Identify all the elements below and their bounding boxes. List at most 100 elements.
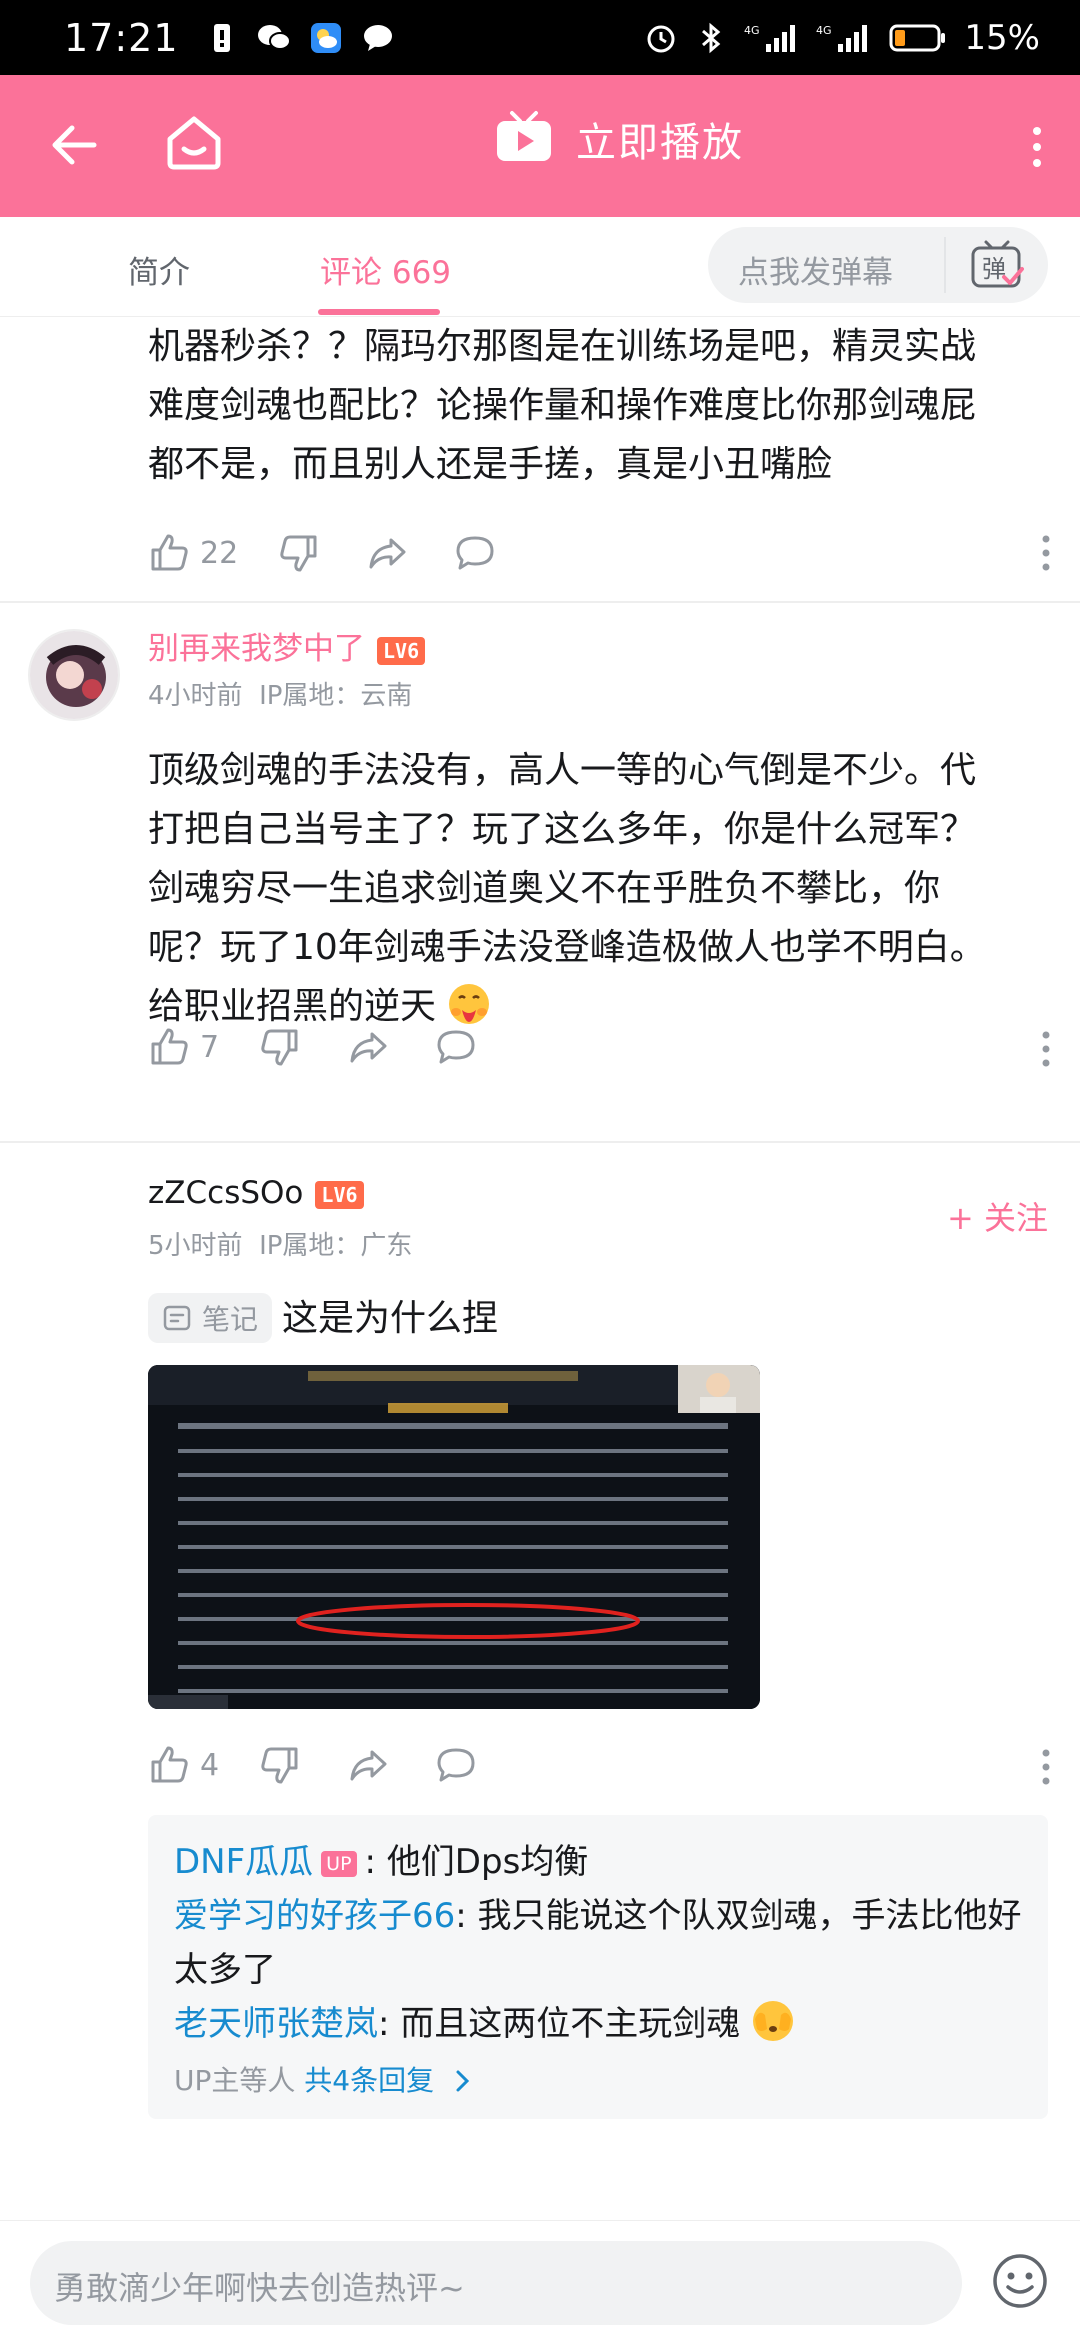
follow-button[interactable]: + 关注 (947, 1193, 1048, 1239)
danmaku-icon-text: 弹 (982, 255, 1006, 283)
comment-bubble-icon (437, 1030, 475, 1064)
notification-icons (205, 21, 395, 55)
reply-separator: : (455, 1896, 478, 1936)
reply-item: 爱学习的好孩子66: 我只能说这个队双剑魂，手法比他好太多了 (174, 1889, 1022, 1997)
thumbs-down-icon (261, 1747, 298, 1784)
wechat-icon (257, 21, 291, 55)
reply-username[interactable]: 老天师张楚岚 (174, 2004, 378, 2044)
signal-icon-2: 4G (816, 21, 872, 55)
dislike-button[interactable] (259, 1744, 301, 1786)
play-now-button[interactable]: 立即播放 (494, 109, 744, 169)
more-menu-icon[interactable] (1022, 117, 1052, 177)
reply-footer-prefix: UP主等人 (174, 2064, 305, 2097)
reply-preview[interactable]: DNF瓜瓜 UP: 他们Dps均衡 爱学习的好孩子66: 我只能说这个队双剑魂，手… (148, 1815, 1048, 2119)
note-tag-label: 笔记 (202, 1303, 259, 1336)
thumbs-up-icon (151, 1746, 188, 1783)
dislike-button[interactable] (278, 532, 320, 574)
bluetooth-icon (694, 21, 728, 55)
status-bar: 17:21 4G 4G 15% (0, 0, 1080, 75)
comment-meta: 4小时前 IP属地：云南 (148, 675, 412, 712)
reply-text: 而且这两位不主玩剑魂 (400, 2004, 741, 2044)
username[interactable]: zZCcsSOo LV6 (148, 1175, 364, 1211)
emoji-picker-icon[interactable] (990, 2251, 1050, 2311)
reply-username[interactable]: DNF瓜瓜 (174, 1842, 313, 1882)
level-badge: LV6 (315, 1180, 364, 1209)
battery-icon (888, 21, 948, 55)
share-icon (350, 1750, 387, 1781)
comment-line: 呢？玩了10年剑魂手法没登峰造极做人也学不明白。 (148, 927, 986, 968)
comment-bubble-icon (437, 1748, 475, 1782)
status-right: 4G 4G 15% (644, 18, 1040, 58)
username-text: 别再来我梦中了 (148, 631, 365, 667)
tab-bar: 简介 评论 669 点我发弹幕 弹 (0, 217, 1080, 317)
like-count: 4 (200, 1747, 220, 1783)
level-badge: LV6 (377, 636, 426, 665)
comment-body: 机器秒杀？？隔玛尔那图是在训练场是吧，精灵实战 难度剑魂也配比？论操作量和操作难… (148, 317, 1048, 494)
username[interactable]: 别再来我梦中了 LV6 (148, 623, 426, 668)
share-button[interactable] (347, 1026, 389, 1068)
ip-location: IP属地：云南 (259, 681, 413, 711)
username-text: zZCcsSOo (148, 1175, 304, 1211)
comment-actions: 7 (148, 1023, 477, 1071)
battery-percent: 15% (964, 17, 1040, 58)
share-icon (350, 1032, 387, 1063)
danmaku-divider (944, 237, 946, 293)
comment-actions: 4 (148, 1741, 477, 1789)
thumbs-down-icon (280, 535, 317, 572)
reply-separator: : (378, 2004, 401, 2044)
danmaku-toggle-icon[interactable]: 弹 (970, 239, 1024, 291)
reply-button[interactable] (454, 532, 496, 574)
reply-username[interactable]: 爱学习的好孩子66 (174, 1896, 455, 1936)
comment-time: 4小时前 (148, 681, 243, 711)
like-button[interactable]: 4 (148, 1744, 219, 1786)
tab-intro[interactable]: 简介 (128, 247, 190, 292)
comment-line: 剑魂穷尽一生追求剑道奥义不在乎胜负不攀比，你 (148, 868, 941, 909)
reply-item: DNF瓜瓜 UP: 他们Dps均衡 (174, 1835, 1022, 1889)
reply-text: 他们Dps均衡 (386, 1842, 589, 1882)
tv-play-icon (494, 109, 554, 169)
comment-line-text: 给职业招黑的逆天 (148, 986, 437, 1027)
reply-footer[interactable]: UP主等人 共4条回复 (174, 2059, 1022, 2099)
comment-image[interactable] (148, 1365, 760, 1709)
svg-text:4G: 4G (816, 24, 832, 37)
note-tag[interactable]: 笔记 (148, 1293, 273, 1343)
dislike-button[interactable] (259, 1026, 301, 1068)
comment-meta: 5小时前 IP属地：广东 (148, 1225, 412, 1262)
tab-comments[interactable]: 评论 669 (320, 247, 451, 292)
reply-separator: : (364, 1842, 387, 1882)
comment-more-icon[interactable] (1040, 533, 1052, 573)
comment-input-placeholder: 勇敢滴少年啊快去创造热评~ (54, 2269, 465, 2307)
status-time: 17:21 (64, 15, 179, 60)
alarm-icon (644, 21, 678, 55)
share-button[interactable] (366, 532, 408, 574)
comment-time: 5小时前 (148, 1231, 243, 1261)
reply-button[interactable] (435, 1026, 477, 1068)
home-icon[interactable] (162, 111, 226, 175)
play-now-label: 立即播放 (576, 120, 744, 166)
divider (0, 1141, 1080, 1143)
view-all-replies-link[interactable]: 共4条回复 (304, 2064, 434, 2097)
like-count: 7 (200, 1029, 220, 1065)
thumbs-down-icon (261, 1029, 298, 1066)
comment-actions: 22 (148, 529, 496, 577)
back-arrow-icon[interactable] (44, 115, 104, 175)
like-button[interactable]: 7 (148, 1026, 219, 1068)
avatar[interactable] (28, 629, 120, 721)
danmaku-input[interactable]: 点我发弹幕 弹 (708, 227, 1048, 303)
comment-line: 顶级剑魂的手法没有，高人一等的心气倒是不少。代 (148, 750, 977, 791)
comment-input[interactable]: 勇敢滴少年啊快去创造热评~ (30, 2241, 962, 2325)
signal-icon-1: 4G (744, 21, 800, 55)
comment-more-icon[interactable] (1040, 1029, 1052, 1069)
active-tab-indicator (318, 309, 440, 315)
like-button[interactable]: 22 (148, 532, 238, 574)
svg-text:4G: 4G (744, 24, 760, 37)
comment-more-icon[interactable] (1040, 1747, 1052, 1787)
danmaku-placeholder: 点我发弹幕 (738, 255, 893, 291)
up-badge: UP (321, 1850, 357, 1877)
comment-list: 机器秒杀？？隔玛尔那图是在训练场是吧，精灵实战 难度剑魂也配比？论操作量和操作难… (0, 317, 1080, 2220)
like-count: 22 (200, 535, 239, 571)
comment-line: 都不是，而且别人还是手搓，真是小丑嘴脸 (148, 444, 833, 485)
share-button[interactable] (347, 1744, 389, 1786)
comment-line: 难度剑魂也配比？论操作量和操作难度比你那剑魂屁 (148, 385, 977, 426)
reply-button[interactable] (435, 1744, 477, 1786)
